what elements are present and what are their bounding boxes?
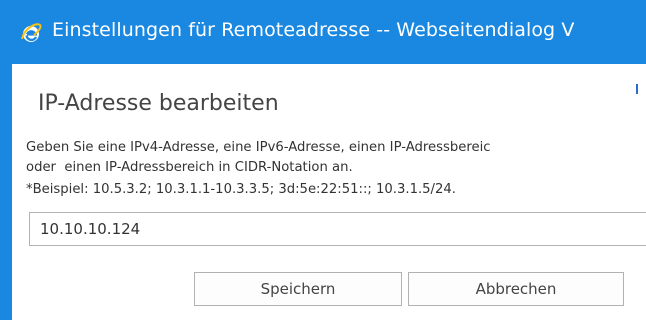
ip-address-input[interactable]: [29, 212, 646, 246]
title-bar[interactable]: Einstellungen für Remoteadresse -- Webse…: [0, 0, 646, 64]
example-text: *Beispiel: 10.5.3.2; 10.3.1.1-10.3.3.5; …: [26, 182, 456, 197]
dialog-content: IP-Adresse bearbeiten Geben Sie eine IPv…: [12, 64, 646, 320]
internet-explorer-icon: [20, 22, 42, 44]
page-title: IP-Adresse bearbeiten: [38, 91, 279, 116]
dialog-window: Einstellungen für Remoteadresse -- Webse…: [0, 0, 646, 320]
window-title: Einstellungen für Remoteadresse -- Webse…: [52, 19, 575, 41]
description-line-2: oder einen IP-Adressbereich in CIDR-Nota…: [26, 160, 353, 175]
description-text: Geben Sie eine IPv4-Adresse, eine IPv6-A…: [26, 138, 491, 178]
save-button[interactable]: Speichern: [194, 272, 402, 306]
description-line-1: Geben Sie eine IPv4-Adresse, eine IPv6-A…: [26, 140, 491, 155]
window-frame-left: [0, 0, 12, 320]
accent-marker: [636, 84, 638, 94]
cancel-button[interactable]: Abbrechen: [408, 272, 624, 306]
